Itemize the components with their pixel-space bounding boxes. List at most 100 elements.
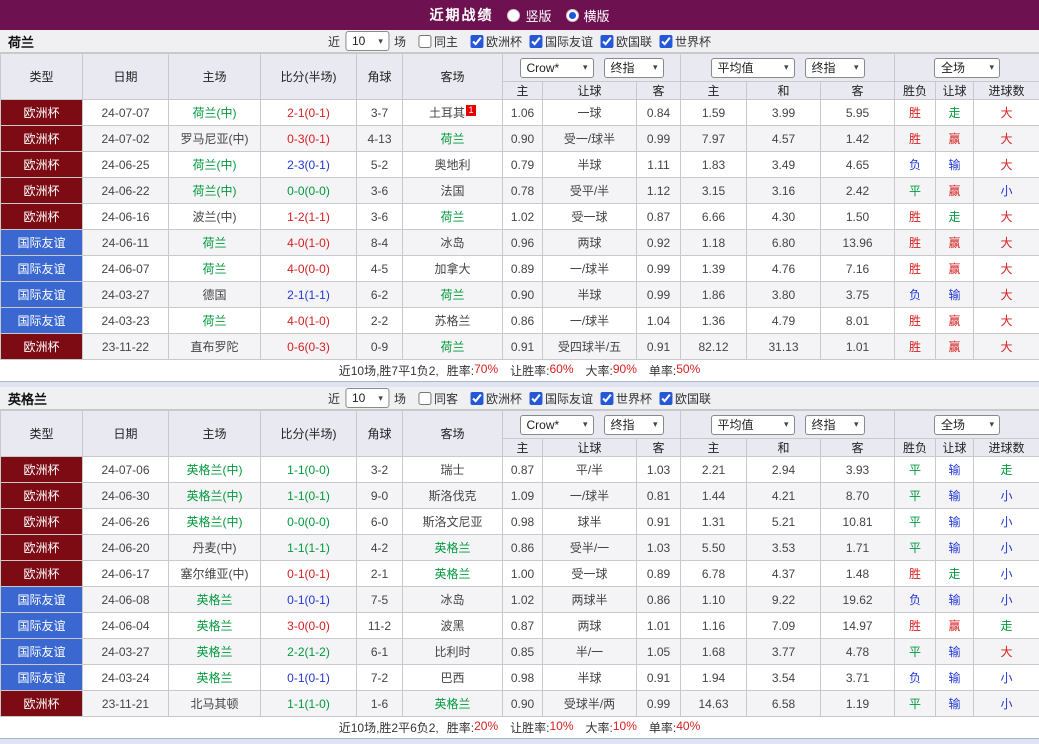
checkbox-icon[interactable] (529, 391, 543, 405)
layout-option-vertical[interactable]: 竖版 (507, 6, 552, 25)
competition-type-cell[interactable]: 欧洲杯 (0, 534, 83, 561)
home-team-cell[interactable]: 英格兰 (168, 664, 261, 691)
record-text: 近10场,胜2平6负2, (338, 721, 439, 735)
checkbox-icon[interactable] (600, 34, 614, 48)
away-team-cell[interactable]: 荷兰 (402, 281, 503, 308)
competition-type-cell[interactable]: 欧洲杯 (0, 125, 83, 152)
away-team-cell[interactable]: 土耳其 1 (402, 99, 503, 126)
league-filter[interactable]: 欧洲杯 (463, 390, 522, 407)
away-team-cell[interactable]: 英格兰 (402, 560, 503, 587)
away-team-cell[interactable]: 荷兰 (402, 203, 503, 230)
home-team-cell[interactable]: 英格兰(中) (168, 456, 261, 483)
away-team-cell[interactable]: 巴西 (402, 664, 503, 691)
away-team-cell[interactable]: 奥地利 (402, 151, 503, 178)
scope-select[interactable]: 全场 ▾ (934, 57, 1001, 78)
final-odds-select-2[interactable]: 终指 ▾ (804, 57, 865, 78)
stat-label: 让胜率: (510, 364, 550, 378)
competition-type-cell[interactable]: 国际友谊 (0, 255, 83, 282)
home-team-cell[interactable]: 英格兰 (168, 612, 261, 639)
competition-type-cell[interactable]: 欧洲杯 (0, 203, 83, 230)
away-team-cell[interactable]: 比利时 (402, 638, 503, 665)
competition-type-cell[interactable]: 欧洲杯 (0, 456, 83, 483)
result-goals-cell: 大 (973, 229, 1039, 256)
away-team-cell[interactable]: 荷兰 (402, 333, 503, 360)
competition-type-cell[interactable]: 国际友谊 (0, 664, 83, 691)
league-filter[interactable]: 世界杯 (593, 390, 652, 407)
competition-type-cell[interactable]: 国际友谊 (0, 638, 83, 665)
home-team-cell[interactable]: 德国 (168, 281, 261, 308)
final-odds-select[interactable]: 终指 ▾ (603, 57, 664, 78)
home-team-cell[interactable]: 波兰(中) (168, 203, 261, 230)
away-team-cell[interactable]: 加拿大 (402, 255, 503, 282)
competition-type-cell[interactable]: 国际友谊 (0, 612, 83, 639)
scope-select[interactable]: 全场 ▾ (934, 414, 1001, 435)
competition-type-cell[interactable]: 国际友谊 (0, 307, 83, 334)
competition-type-cell[interactable]: 国际友谊 (0, 229, 83, 256)
home-team-cell[interactable]: 英格兰 (168, 586, 261, 613)
match-count-select[interactable]: 10 ▾ (344, 388, 389, 408)
away-team-cell[interactable]: 波黑 (402, 612, 503, 639)
same-venue-filter[interactable]: 同主 (411, 33, 458, 50)
checkbox-icon[interactable] (469, 391, 483, 405)
final-odds-select-2[interactable]: 终指 ▾ (804, 414, 865, 435)
home-team-cell[interactable]: 荷兰(中) (168, 151, 261, 178)
competition-type-cell[interactable]: 国际友谊 (0, 281, 83, 308)
competition-type-cell[interactable]: 欧洲杯 (0, 333, 83, 360)
league-filter[interactable]: 国际友谊 (522, 390, 593, 407)
home-team-cell[interactable]: 直布罗陀 (168, 333, 261, 360)
league-filter[interactable]: 欧国联 (593, 33, 652, 50)
home-team-cell[interactable]: 荷兰 (168, 229, 261, 256)
stat-value: 40% (676, 719, 701, 733)
league-filter[interactable]: 世界杯 (652, 33, 711, 50)
average-select[interactable]: 平均值 ▾ (710, 414, 795, 435)
home-team-cell[interactable]: 丹麦(中) (168, 534, 261, 561)
away-team-cell[interactable]: 苏格兰 (402, 307, 503, 334)
league-filter[interactable]: 欧洲杯 (463, 33, 522, 50)
checkbox-icon[interactable] (529, 34, 543, 48)
home-team-cell[interactable]: 塞尔维亚(中) (168, 560, 261, 587)
away-team-cell[interactable]: 斯洛文尼亚 (402, 508, 503, 535)
same-venue-filter[interactable]: 同客 (411, 390, 458, 407)
away-team-cell[interactable]: 英格兰 (402, 534, 503, 561)
away-team-cell[interactable]: 斯洛伐克 (402, 482, 503, 509)
competition-type-cell[interactable]: 欧洲杯 (0, 508, 83, 535)
home-team-cell[interactable]: 荷兰(中) (168, 99, 261, 126)
home-team-cell[interactable]: 荷兰 (168, 307, 261, 334)
checkbox-icon[interactable] (469, 34, 483, 48)
checkbox-icon[interactable] (417, 34, 431, 48)
competition-type-cell[interactable]: 欧洲杯 (0, 560, 83, 587)
match-count-select[interactable]: 10 ▾ (344, 31, 389, 51)
competition-type-cell[interactable]: 欧洲杯 (0, 690, 83, 717)
topbar: 近期战绩 竖版 横版 (0, 0, 1039, 30)
average-select[interactable]: 平均值 ▾ (710, 57, 795, 78)
competition-type-cell[interactable]: 欧洲杯 (0, 482, 83, 509)
checkbox-icon[interactable] (659, 391, 673, 405)
away-team-cell[interactable]: 冰岛 (402, 229, 503, 256)
away-team-cell[interactable]: 冰岛 (402, 586, 503, 613)
odds-source-select[interactable]: Crow* ▾ (519, 57, 594, 78)
odds-source-select[interactable]: Crow* ▾ (519, 414, 594, 435)
competition-type-cell[interactable]: 欧洲杯 (0, 99, 83, 126)
league-filter[interactable]: 国际友谊 (522, 33, 593, 50)
checkbox-icon[interactable] (659, 34, 673, 48)
home-team-cell[interactable]: 英格兰(中) (168, 508, 261, 535)
competition-type-cell[interactable]: 国际友谊 (0, 586, 83, 613)
home-team-cell[interactable]: 荷兰(中) (168, 177, 261, 204)
home-team-cell[interactable]: 罗马尼亚(中) (168, 125, 261, 152)
checkbox-icon[interactable] (417, 391, 431, 405)
home-team-cell[interactable]: 荷兰 (168, 255, 261, 282)
away-team-cell[interactable]: 法国 (402, 177, 503, 204)
checkbox-icon[interactable] (600, 391, 614, 405)
league-filter[interactable]: 欧国联 (652, 390, 711, 407)
final-odds-select[interactable]: 终指 ▾ (603, 414, 664, 435)
away-team-cell[interactable]: 英格兰 (402, 690, 503, 717)
home-team-cell[interactable]: 英格兰 (168, 638, 261, 665)
col-avg-home: 主 (680, 438, 748, 457)
competition-type-cell[interactable]: 欧洲杯 (0, 177, 83, 204)
home-team-cell[interactable]: 英格兰(中) (168, 482, 261, 509)
layout-option-horizontal[interactable]: 横版 (565, 6, 610, 25)
competition-type-cell[interactable]: 欧洲杯 (0, 151, 83, 178)
home-team-cell[interactable]: 北马其顿 (168, 690, 261, 717)
away-team-cell[interactable]: 瑞士 (402, 456, 503, 483)
away-team-cell[interactable]: 荷兰 (402, 125, 503, 152)
